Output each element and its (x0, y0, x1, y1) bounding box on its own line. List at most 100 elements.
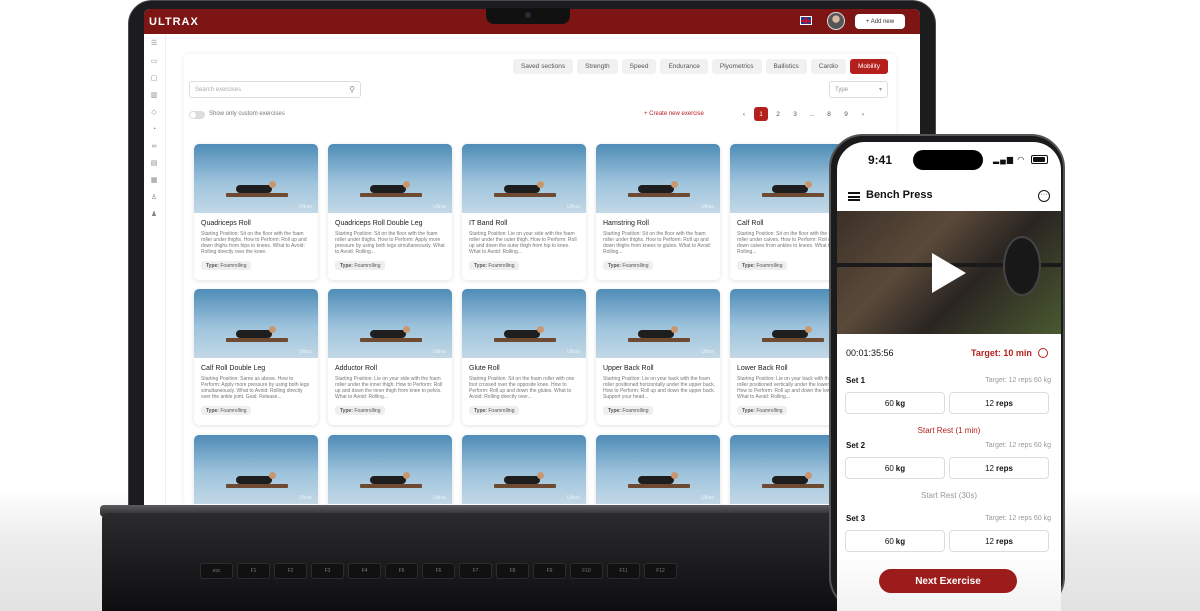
set-1-target: Target: 12 reps 60 kg (985, 377, 1051, 384)
exercise-thumbnail[interactable]: Ultrax (328, 289, 452, 358)
avatar[interactable] (827, 12, 845, 30)
exercise-card[interactable]: UltraxNeck Roll (596, 435, 720, 505)
tab-saved-sections[interactable]: Saved sections (512, 59, 574, 74)
tab-ballistics[interactable]: Ballistics (765, 59, 807, 74)
link-icon[interactable]: ∞ (149, 142, 159, 151)
app-logo[interactable]: ULTRAX (149, 16, 199, 28)
page-3[interactable]: 3 (788, 107, 802, 121)
chart-icon[interactable]: ▥ (149, 91, 159, 100)
exercise-thumbnail[interactable]: Ultrax (462, 435, 586, 504)
tag-icon[interactable]: ◇ (149, 108, 159, 117)
keyboard-key[interactable]: F10 (570, 563, 603, 579)
tab-strength[interactable]: Strength (577, 59, 618, 74)
search-icon[interactable]: ⚲ (349, 85, 355, 94)
keyboard-key[interactable]: esc (200, 563, 233, 579)
add-new-button[interactable]: + Add new (855, 14, 905, 29)
book-icon[interactable]: ▤ (149, 159, 159, 168)
type-badge: Type: Foamrolling (603, 406, 654, 415)
stopwatch-icon[interactable] (1038, 348, 1048, 358)
set-1-label: Set 1 (846, 376, 866, 385)
exercise-thumbnail[interactable]: Ultrax (596, 144, 720, 213)
card-description: Starting Position: Lie on your back with… (603, 376, 715, 400)
keyboard-key[interactable]: F1 (237, 563, 270, 579)
keyboard-key[interactable]: F5 (385, 563, 418, 579)
keyboard-key[interactable]: F6 (422, 563, 455, 579)
search-input[interactable]: Search exercises ⚲ (189, 81, 361, 98)
set-1-weight-field[interactable]: 60 kg (845, 392, 945, 414)
notes-icon[interactable]: ▦ (149, 176, 159, 185)
gauge-icon[interactable]: ◔ (149, 125, 159, 134)
page-9[interactable]: 9 (839, 107, 853, 121)
page-1[interactable]: 1 (754, 107, 768, 121)
exercise-thumbnail[interactable]: Ultrax (596, 435, 720, 504)
exercise-thumbnail[interactable]: Ultrax (328, 435, 452, 504)
calendar-icon[interactable]: ▢ (149, 74, 159, 83)
custom-exercises-toggle[interactable] (189, 111, 205, 119)
next-page-button[interactable]: › (856, 107, 870, 121)
athlete-head (537, 326, 544, 333)
watermark: Ultrax (298, 495, 312, 501)
keyboard-key[interactable]: F8 (496, 563, 529, 579)
card-title: Glute Roll (469, 365, 500, 372)
tab-endurance[interactable]: Endurance (660, 59, 708, 74)
exercise-video[interactable] (837, 211, 1061, 334)
exercise-card[interactable]: Ultrax Calf Roll Double Leg Starting Posit… (194, 289, 318, 425)
exercise-card[interactable]: Ultrax Hamstring Roll Starting Position: S… (596, 144, 720, 280)
set-2-reps-field[interactable]: 12 reps (949, 457, 1049, 479)
exercise-thumbnail[interactable]: Ultrax (462, 144, 586, 213)
exercise-thumbnail[interactable]: Ultrax (194, 435, 318, 504)
exercise-card[interactable]: Ultrax Adductor Roll Starting Position: Li… (328, 289, 452, 425)
exercise-thumbnail[interactable]: Ultrax (328, 144, 452, 213)
exercise-thumbnail[interactable]: Ultrax (194, 144, 318, 213)
toggle-label: Show only custom exercises (209, 111, 285, 117)
exercise-card[interactable]: UltraxThoracic Spine Roll (462, 435, 586, 505)
prev-page-button[interactable]: ‹ (737, 107, 751, 121)
page-2[interactable]: 2 (771, 107, 785, 121)
start-rest-30s-button[interactable]: Start Rest (30s) (837, 491, 1061, 500)
set-1-reps-field[interactable]: 12 reps (949, 392, 1049, 414)
type-badge: Type: Foamrolling (201, 261, 252, 270)
search-placeholder: Search exercises (195, 86, 242, 93)
exercise-card[interactable]: Ultrax Quadriceps Roll Starting Position: … (194, 144, 318, 280)
athlete-figure (236, 185, 272, 193)
user-settings-icon[interactable]: ♟ (149, 210, 159, 219)
exercise-card[interactable]: Ultrax Upper Back Roll Starting Position: … (596, 289, 720, 425)
keyboard-key[interactable]: F7 (459, 563, 492, 579)
tab-speed[interactable]: Speed (621, 59, 657, 74)
tab-plyometrics[interactable]: Plyometrics (711, 59, 762, 74)
tab-cardio[interactable]: Cardio (810, 59, 846, 74)
exercise-thumbnail[interactable]: Ultrax (194, 289, 318, 358)
keyboard-key[interactable]: F9 (533, 563, 566, 579)
more-icon[interactable]: ··· (1038, 190, 1050, 202)
athlete-figure (772, 330, 808, 338)
start-rest-1min-button[interactable]: Start Rest (1 min) (837, 426, 1061, 435)
type-badge-value: Foamrolling (756, 407, 783, 414)
keyboard-key[interactable]: F11 (607, 563, 640, 579)
user-add-icon[interactable]: ♙ (149, 193, 159, 202)
set-3-reps-field[interactable]: 12 reps (949, 530, 1049, 552)
exercise-card[interactable]: UltraxLatissimus Dorsi Roll (328, 435, 452, 505)
type-badge: Type: Foamrolling (737, 261, 788, 270)
keyboard-key[interactable]: F12 (644, 563, 677, 579)
exercise-card[interactable]: Ultrax Quadriceps Roll Double Leg Starting… (328, 144, 452, 280)
type-select[interactable]: Type ▾ (829, 81, 888, 98)
keyboard-key[interactable]: F4 (348, 563, 381, 579)
exercise-card[interactable]: UltraxSide Back Roll (194, 435, 318, 505)
exercise-card[interactable]: Ultrax IT Band Roll Starting Position: Lie… (462, 144, 586, 280)
exercise-thumbnail[interactable]: Ultrax (462, 289, 586, 358)
tab-mobility[interactable]: Mobility (849, 59, 888, 74)
hamburger-icon[interactable] (848, 192, 860, 201)
exercise-thumbnail[interactable]: Ultrax (596, 289, 720, 358)
uk-flag-icon[interactable] (800, 16, 812, 25)
next-exercise-button[interactable]: Next Exercise (879, 569, 1017, 593)
set-3-weight-field[interactable]: 60 kg (845, 530, 945, 552)
page-8[interactable]: 8 (822, 107, 836, 121)
exercise-card[interactable]: Ultrax Glute Roll Starting Position: Sit o… (462, 289, 586, 425)
play-icon[interactable] (932, 253, 966, 293)
keyboard-key[interactable]: F3 (311, 563, 344, 579)
keyboard-key[interactable]: F2 (274, 563, 307, 579)
create-exercise-link[interactable]: + Create new exercise (644, 111, 704, 117)
set-2-weight-field[interactable]: 60 kg (845, 457, 945, 479)
menu-icon[interactable]: ☰ (149, 39, 159, 48)
video-icon[interactable]: ▭ (149, 57, 159, 66)
